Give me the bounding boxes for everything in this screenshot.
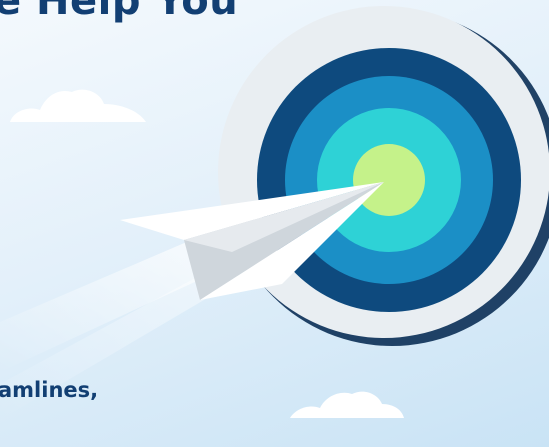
- hero-subline: amlines,: [0, 378, 99, 402]
- hero-headline: e Help You: [0, 0, 239, 24]
- cloud-icon: [290, 391, 404, 418]
- target-icon: [218, 6, 549, 346]
- cloud-icon: [10, 89, 146, 122]
